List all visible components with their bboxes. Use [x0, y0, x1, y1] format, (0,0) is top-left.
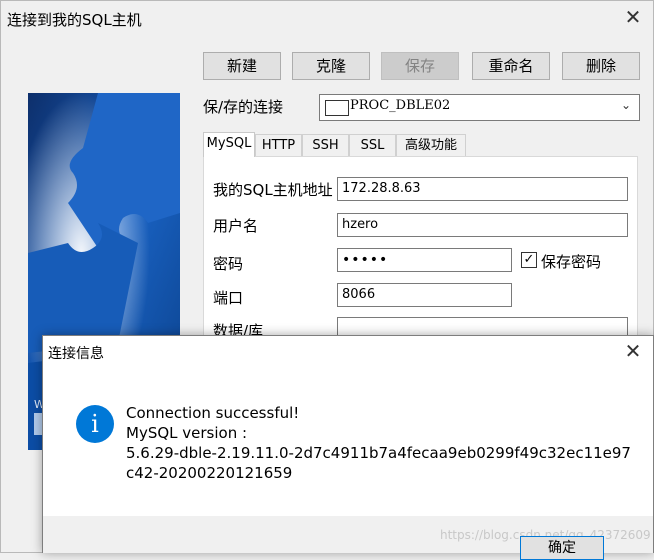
connection-color-swatch	[325, 100, 349, 116]
message-line: c42-20200220121659	[126, 464, 293, 482]
delete-button[interactable]: 删除	[562, 52, 640, 80]
close-icon[interactable]: ✕	[623, 341, 643, 361]
rename-button[interactable]: 重命名	[472, 52, 550, 80]
connection-info-dialog: 连接信息 ✕ i Connection successful! MySQL ve…	[42, 335, 654, 560]
new-button[interactable]: 新建	[203, 52, 281, 80]
tab-advanced[interactable]: 高级功能	[396, 134, 466, 156]
ok-button[interactable]: 确定	[520, 536, 604, 560]
tab-http[interactable]: HTTP	[255, 134, 302, 156]
host-label: 我的SQL主机地址	[213, 181, 333, 199]
username-input[interactable]: hzero	[337, 213, 628, 237]
username-label: 用户名	[213, 217, 259, 235]
port-input[interactable]: 8066	[337, 283, 512, 307]
tab-mysql[interactable]: MySQL	[203, 132, 255, 157]
message-line: 5.6.29-dble-2.19.11.0-2d7c4911b7a4fecaa9…	[126, 444, 631, 462]
port-label: 端口	[213, 289, 244, 307]
tab-ssl[interactable]: SSL	[349, 134, 396, 156]
message-line: Connection successful!	[126, 404, 300, 422]
saved-connection-label: 保/存的连接	[203, 98, 284, 116]
password-label: 密码	[213, 255, 244, 273]
window-title: 连接到我的SQL主机	[7, 11, 142, 29]
saved-connection-value: PROC_DBLE02	[350, 98, 451, 113]
clone-button[interactable]: 克隆	[292, 52, 370, 80]
dialog-title: 连接信息	[48, 346, 104, 362]
saved-connection-select[interactable]: PROC_DBLE02 ⌄	[319, 94, 640, 121]
message-line: MySQL version :	[126, 424, 248, 442]
chevron-down-icon[interactable]: ⌄	[621, 98, 631, 112]
close-icon[interactable]: ✕	[623, 7, 643, 27]
save-password-label: 保存密码	[541, 253, 602, 271]
tab-ssh[interactable]: SSH	[302, 134, 349, 156]
info-icon: i	[76, 405, 114, 443]
host-input[interactable]: 172.28.8.63	[337, 177, 628, 201]
password-input[interactable]: •••••	[337, 248, 512, 272]
save-password-checkbox[interactable]: ✓	[521, 252, 537, 268]
save-button[interactable]: 保存	[381, 52, 459, 80]
